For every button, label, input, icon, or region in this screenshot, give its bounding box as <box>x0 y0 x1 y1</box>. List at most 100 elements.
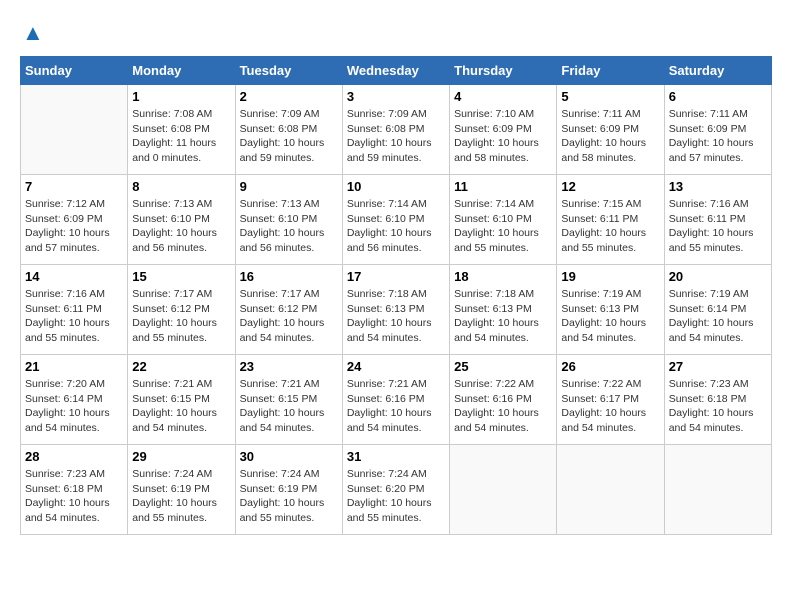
calendar-cell: 26 Sunrise: 7:22 AMSunset: 6:17 PMDayligh… <box>557 355 664 445</box>
calendar-cell: 3 Sunrise: 7:09 AMSunset: 6:08 PMDaylight… <box>342 85 449 175</box>
day-number: 2 <box>240 89 338 104</box>
cell-info: Sunrise: 7:14 AMSunset: 6:10 PMDaylight:… <box>454 197 552 256</box>
cell-info: Sunrise: 7:12 AMSunset: 6:09 PMDaylight:… <box>25 197 123 256</box>
day-number: 12 <box>561 179 659 194</box>
calendar-cell: 9 Sunrise: 7:13 AMSunset: 6:10 PMDaylight… <box>235 175 342 265</box>
cell-info: Sunrise: 7:24 AMSunset: 6:19 PMDaylight:… <box>132 467 230 526</box>
calendar-cell: 31Sunrise: 7:24 AMSunset: 6:20 PMDayligh… <box>342 445 449 535</box>
day-header-thursday: Thursday <box>450 57 557 85</box>
calendar-cell: 24Sunrise: 7:21 AMSunset: 6:16 PMDayligh… <box>342 355 449 445</box>
week-row-4: 21 Sunrise: 7:20 AMSunset: 6:14 PMDayligh… <box>21 355 772 445</box>
week-row-3: 14 Sunrise: 7:16 AMSunset: 6:11 PMDayligh… <box>21 265 772 355</box>
calendar-cell: 22 Sunrise: 7:21 AMSunset: 6:15 PMDayligh… <box>128 355 235 445</box>
calendar-cell: 6 Sunrise: 7:11 AMSunset: 6:09 PMDaylight… <box>664 85 771 175</box>
calendar-cell: 11 Sunrise: 7:14 AMSunset: 6:10 PMDayligh… <box>450 175 557 265</box>
cell-info: Sunrise: 7:22 AMSunset: 6:17 PMDaylight:… <box>561 377 659 436</box>
cell-info: Sunrise: 7:11 AMSunset: 6:09 PMDaylight:… <box>561 107 659 166</box>
day-header-friday: Friday <box>557 57 664 85</box>
day-number: 13 <box>669 179 767 194</box>
week-row-5: 28Sunrise: 7:23 AMSunset: 6:18 PMDayligh… <box>21 445 772 535</box>
cell-info: Sunrise: 7:16 AMSunset: 6:11 PMDaylight:… <box>669 197 767 256</box>
calendar-cell: 29 Sunrise: 7:24 AMSunset: 6:19 PMDayligh… <box>128 445 235 535</box>
calendar-cell <box>450 445 557 535</box>
day-number: 27 <box>669 359 767 374</box>
cell-info: Sunrise: 7:22 AMSunset: 6:16 PMDaylight:… <box>454 377 552 436</box>
page-header: ▲ <box>20 20 772 46</box>
logo-bird-icon: ▲ <box>22 20 44 46</box>
day-number: 17 <box>347 269 445 284</box>
cell-info: Sunrise: 7:11 AMSunset: 6:09 PMDaylight:… <box>669 107 767 166</box>
cell-info: Sunrise: 7:18 AMSunset: 6:13 PMDaylight:… <box>347 287 445 346</box>
cell-info: Sunrise: 7:09 AMSunset: 6:08 PMDaylight:… <box>347 107 445 166</box>
day-number: 8 <box>132 179 230 194</box>
day-number: 22 <box>132 359 230 374</box>
calendar-cell: 12 Sunrise: 7:15 AMSunset: 6:11 PMDayligh… <box>557 175 664 265</box>
calendar-cell <box>557 445 664 535</box>
calendar-cell: 25 Sunrise: 7:22 AMSunset: 6:16 PMDayligh… <box>450 355 557 445</box>
calendar-cell: 20Sunrise: 7:19 AMSunset: 6:14 PMDayligh… <box>664 265 771 355</box>
cell-info: Sunrise: 7:16 AMSunset: 6:11 PMDaylight:… <box>25 287 123 346</box>
cell-info: Sunrise: 7:14 AMSunset: 6:10 PMDaylight:… <box>347 197 445 256</box>
day-number: 21 <box>25 359 123 374</box>
cell-info: Sunrise: 7:21 AMSunset: 6:16 PMDaylight:… <box>347 377 445 436</box>
cell-info: Sunrise: 7:17 AMSunset: 6:12 PMDaylight:… <box>132 287 230 346</box>
day-number: 7 <box>25 179 123 194</box>
day-header-monday: Monday <box>128 57 235 85</box>
day-number: 3 <box>347 89 445 104</box>
logo: ▲ <box>20 20 44 46</box>
calendar-cell: 8 Sunrise: 7:13 AMSunset: 6:10 PMDaylight… <box>128 175 235 265</box>
day-number: 6 <box>669 89 767 104</box>
cell-info: Sunrise: 7:23 AMSunset: 6:18 PMDaylight:… <box>25 467 123 526</box>
calendar-cell: 21 Sunrise: 7:20 AMSunset: 6:14 PMDayligh… <box>21 355 128 445</box>
calendar-cell: 7 Sunrise: 7:12 AMSunset: 6:09 PMDaylight… <box>21 175 128 265</box>
day-header-tuesday: Tuesday <box>235 57 342 85</box>
cell-info: Sunrise: 7:10 AMSunset: 6:09 PMDaylight:… <box>454 107 552 166</box>
day-number: 30 <box>240 449 338 464</box>
day-number: 23 <box>240 359 338 374</box>
day-header-sunday: Sunday <box>21 57 128 85</box>
calendar-cell: 4Sunrise: 7:10 AMSunset: 6:09 PMDaylight… <box>450 85 557 175</box>
calendar-cell <box>21 85 128 175</box>
day-number: 29 <box>132 449 230 464</box>
cell-info: Sunrise: 7:21 AMSunset: 6:15 PMDaylight:… <box>132 377 230 436</box>
cell-info: Sunrise: 7:19 AMSunset: 6:13 PMDaylight:… <box>561 287 659 346</box>
cell-info: Sunrise: 7:13 AMSunset: 6:10 PMDaylight:… <box>132 197 230 256</box>
day-number: 11 <box>454 179 552 194</box>
cell-info: Sunrise: 7:23 AMSunset: 6:18 PMDaylight:… <box>669 377 767 436</box>
calendar-cell: 19 Sunrise: 7:19 AMSunset: 6:13 PMDayligh… <box>557 265 664 355</box>
calendar-cell: 13 Sunrise: 7:16 AMSunset: 6:11 PMDayligh… <box>664 175 771 265</box>
calendar-cell: 18Sunrise: 7:18 AMSunset: 6:13 PMDayligh… <box>450 265 557 355</box>
day-header-saturday: Saturday <box>664 57 771 85</box>
cell-info: Sunrise: 7:15 AMSunset: 6:11 PMDaylight:… <box>561 197 659 256</box>
day-number: 15 <box>132 269 230 284</box>
cell-info: Sunrise: 7:18 AMSunset: 6:13 PMDaylight:… <box>454 287 552 346</box>
cell-info: Sunrise: 7:08 AMSunset: 6:08 PMDaylight:… <box>132 107 230 166</box>
day-number: 26 <box>561 359 659 374</box>
cell-info: Sunrise: 7:20 AMSunset: 6:14 PMDaylight:… <box>25 377 123 436</box>
calendar-cell <box>664 445 771 535</box>
week-row-1: 1 Sunrise: 7:08 AMSunset: 6:08 PMDaylight… <box>21 85 772 175</box>
calendar-cell: 5 Sunrise: 7:11 AMSunset: 6:09 PMDaylight… <box>557 85 664 175</box>
calendar-cell: 10 Sunrise: 7:14 AMSunset: 6:10 PMDayligh… <box>342 175 449 265</box>
calendar-cell: 17 Sunrise: 7:18 AMSunset: 6:13 PMDayligh… <box>342 265 449 355</box>
day-number: 25 <box>454 359 552 374</box>
day-number: 19 <box>561 269 659 284</box>
day-number: 10 <box>347 179 445 194</box>
day-number: 16 <box>240 269 338 284</box>
day-number: 20 <box>669 269 767 284</box>
calendar-header-row: SundayMondayTuesdayWednesdayThursdayFrid… <box>21 57 772 85</box>
day-number: 1 <box>132 89 230 104</box>
cell-info: Sunrise: 7:09 AMSunset: 6:08 PMDaylight:… <box>240 107 338 166</box>
day-number: 14 <box>25 269 123 284</box>
cell-info: Sunrise: 7:13 AMSunset: 6:10 PMDaylight:… <box>240 197 338 256</box>
cell-info: Sunrise: 7:21 AMSunset: 6:15 PMDaylight:… <box>240 377 338 436</box>
calendar-cell: 28Sunrise: 7:23 AMSunset: 6:18 PMDayligh… <box>21 445 128 535</box>
cell-info: Sunrise: 7:24 AMSunset: 6:19 PMDaylight:… <box>240 467 338 526</box>
calendar-cell: 1 Sunrise: 7:08 AMSunset: 6:08 PMDaylight… <box>128 85 235 175</box>
calendar-cell: 2 Sunrise: 7:09 AMSunset: 6:08 PMDaylight… <box>235 85 342 175</box>
calendar-cell: 16Sunrise: 7:17 AMSunset: 6:12 PMDayligh… <box>235 265 342 355</box>
week-row-2: 7 Sunrise: 7:12 AMSunset: 6:09 PMDaylight… <box>21 175 772 265</box>
calendar-cell: 15 Sunrise: 7:17 AMSunset: 6:12 PMDayligh… <box>128 265 235 355</box>
day-number: 5 <box>561 89 659 104</box>
day-number: 9 <box>240 179 338 194</box>
